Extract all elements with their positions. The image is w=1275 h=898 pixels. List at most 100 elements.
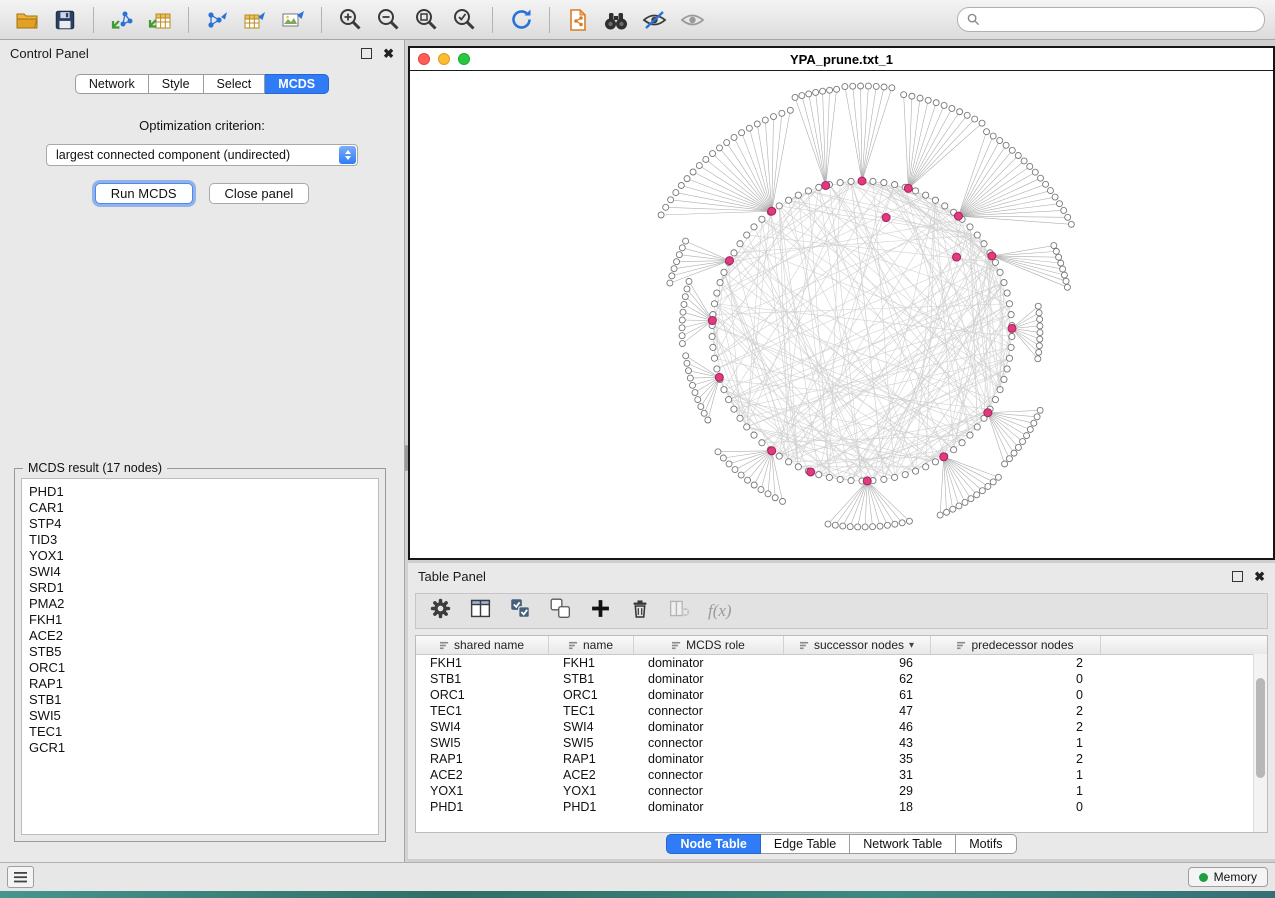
cell-pred[interactable]: 1	[931, 784, 1101, 798]
mcds-result-item[interactable]: YOX1	[29, 548, 378, 564]
mcds-result-item[interactable]: SRD1	[29, 580, 378, 596]
cell-shared[interactable]: TEC1	[416, 704, 549, 718]
mcds-result-item[interactable]: GCR1	[29, 740, 378, 756]
select-all-button[interactable]	[509, 597, 532, 625]
cell-role[interactable]: dominator	[634, 720, 784, 734]
run-mcds-button[interactable]: Run MCDS	[95, 183, 193, 204]
column-header-successor-nodes[interactable]: successor nodes ▾	[784, 636, 931, 654]
mcds-result-item[interactable]: FKH1	[29, 612, 378, 628]
close-panel-icon[interactable]: ✖	[383, 47, 394, 60]
deselect-all-button[interactable]	[549, 597, 572, 625]
table-row[interactable]: YOX1YOX1connector291	[416, 783, 1267, 799]
cell-succ[interactable]: 96	[784, 656, 931, 670]
mcds-result-item[interactable]: ACE2	[29, 628, 378, 644]
cell-succ[interactable]: 62	[784, 672, 931, 686]
cell-name[interactable]: STB1	[549, 672, 634, 686]
column-header-mcds-role[interactable]: MCDS role	[634, 636, 784, 654]
cell-pred[interactable]: 2	[931, 752, 1101, 766]
cell-role[interactable]: connector	[634, 704, 784, 718]
close-panel-button[interactable]: Close panel	[209, 183, 310, 204]
cell-pred[interactable]: 1	[931, 768, 1101, 782]
cell-pred[interactable]: 1	[931, 736, 1101, 750]
float-panel-icon[interactable]	[361, 48, 372, 59]
open-folder-button[interactable]	[10, 5, 44, 35]
cell-role[interactable]: dominator	[634, 752, 784, 766]
mcds-result-item[interactable]: TID3	[29, 532, 378, 548]
network-window-titlebar[interactable]: YPA_prune.txt_1	[410, 48, 1273, 71]
window-minimize-icon[interactable]	[438, 53, 450, 65]
mcds-result-list[interactable]: PHD1CAR1STP4TID3YOX1SWI4SRD1PMA2FKH1ACE2…	[21, 478, 379, 835]
table-scrollbar[interactable]	[1253, 654, 1267, 832]
cell-role[interactable]: connector	[634, 768, 784, 782]
mcds-result-item[interactable]: STB5	[29, 644, 378, 660]
cell-succ[interactable]: 47	[784, 704, 931, 718]
show-columns-button[interactable]	[469, 597, 492, 625]
add-row-button[interactable]	[589, 597, 612, 625]
cell-succ[interactable]: 46	[784, 720, 931, 734]
delete-row-button[interactable]	[629, 597, 651, 625]
cell-name[interactable]: TEC1	[549, 704, 634, 718]
cell-succ[interactable]: 61	[784, 688, 931, 702]
apply-layout-button[interactable]	[504, 5, 538, 35]
cell-shared[interactable]: FKH1	[416, 656, 549, 670]
cell-shared[interactable]: SWI5	[416, 736, 549, 750]
mcds-result-item[interactable]: RAP1	[29, 676, 378, 692]
save-button[interactable]	[48, 5, 82, 35]
table-row[interactable]: PHD1PHD1dominator180	[416, 799, 1267, 815]
zoom-in-button[interactable]	[333, 5, 367, 35]
export-network-button[interactable]	[200, 5, 234, 35]
show-all-button[interactable]	[675, 5, 709, 35]
cell-succ[interactable]: 29	[784, 784, 931, 798]
mcds-result-item[interactable]: PHD1	[29, 484, 378, 500]
cell-shared[interactable]: SWI4	[416, 720, 549, 734]
import-network-button[interactable]	[105, 5, 139, 35]
cell-name[interactable]: ACE2	[549, 768, 634, 782]
cell-shared[interactable]: STB1	[416, 672, 549, 686]
cell-name[interactable]: PHD1	[549, 800, 634, 814]
table-row[interactable]: ORC1ORC1dominator610	[416, 687, 1267, 703]
search-network-button[interactable]	[599, 5, 633, 35]
mcds-result-item[interactable]: PMA2	[29, 596, 378, 612]
tab-motifs[interactable]: Motifs	[956, 834, 1016, 854]
search-box[interactable]	[957, 7, 1265, 32]
tab-select[interactable]: Select	[204, 74, 266, 94]
status-menu-button[interactable]	[7, 866, 34, 888]
document-share-button[interactable]	[561, 5, 595, 35]
mcds-result-item[interactable]: CAR1	[29, 500, 378, 516]
cell-pred[interactable]: 0	[931, 800, 1101, 814]
cell-name[interactable]: SWI4	[549, 720, 634, 734]
tab-mcds[interactable]: MCDS	[265, 74, 329, 94]
window-close-icon[interactable]	[418, 53, 430, 65]
zoom-fit-button[interactable]	[409, 5, 443, 35]
cell-pred[interactable]: 2	[931, 704, 1101, 718]
cell-name[interactable]: YOX1	[549, 784, 634, 798]
mcds-result-item[interactable]: ORC1	[29, 660, 378, 676]
tab-node-table[interactable]: Node Table	[666, 834, 760, 854]
column-header-shared-name[interactable]: shared name	[416, 636, 549, 654]
export-image-button[interactable]	[276, 5, 310, 35]
table-row[interactable]: SWI5SWI5connector431	[416, 735, 1267, 751]
cell-pred[interactable]: 2	[931, 656, 1101, 670]
cell-succ[interactable]: 18	[784, 800, 931, 814]
memory-button[interactable]: Memory	[1188, 867, 1268, 887]
cell-shared[interactable]: ORC1	[416, 688, 549, 702]
cell-name[interactable]: RAP1	[549, 752, 634, 766]
cell-shared[interactable]: PHD1	[416, 800, 549, 814]
cell-role[interactable]: connector	[634, 784, 784, 798]
zoom-selected-button[interactable]	[447, 5, 481, 35]
table-row[interactable]: STB1STB1dominator620	[416, 671, 1267, 687]
table-row[interactable]: FKH1FKH1dominator962	[416, 655, 1267, 671]
table-row[interactable]: SWI4SWI4dominator462	[416, 719, 1267, 735]
cell-shared[interactable]: ACE2	[416, 768, 549, 782]
network-canvas[interactable]	[410, 71, 1273, 559]
column-header-predecessor-nodes[interactable]: predecessor nodes	[931, 636, 1101, 654]
cell-succ[interactable]: 35	[784, 752, 931, 766]
mcds-result-item[interactable]: SWI5	[29, 708, 378, 724]
export-table-button[interactable]	[238, 5, 272, 35]
hide-selected-button[interactable]	[637, 5, 671, 35]
table-row[interactable]: ACE2ACE2connector311	[416, 767, 1267, 783]
cell-pred[interactable]: 0	[931, 672, 1101, 686]
cell-role[interactable]: dominator	[634, 672, 784, 686]
cell-role[interactable]: connector	[634, 736, 784, 750]
optimization-select[interactable]: largest connected component (undirected)	[46, 144, 358, 166]
